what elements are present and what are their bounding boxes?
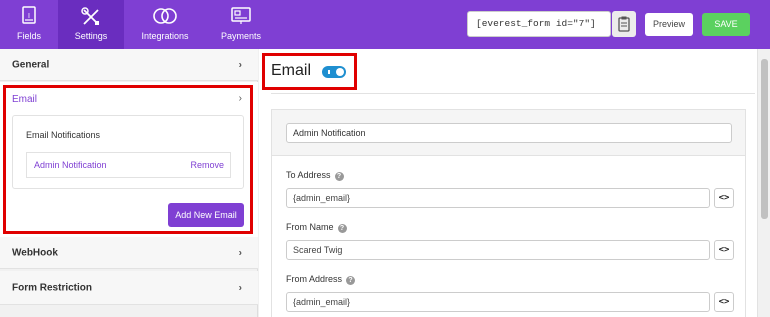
nav-settings-label: Settings — [74, 31, 108, 41]
nav-tab-integrations[interactable]: Integrations — [130, 0, 200, 49]
fields-icon: I — [20, 6, 38, 28]
copy-shortcode-button[interactable] — [612, 11, 636, 37]
notification-card: Admin Notification To Address? {admin_em… — [271, 109, 746, 317]
chevron-right-icon: › — [238, 59, 242, 70]
help-icon[interactable]: ? — [337, 224, 347, 233]
nav-tab-settings[interactable]: Settings — [58, 0, 124, 49]
top-bar: I Fields Settings Integrations Payments … — [0, 0, 770, 49]
nav-tab-fields[interactable]: I Fields — [0, 0, 58, 49]
from-address-label-text: From Address — [286, 274, 343, 284]
from-name-label: From Name? — [286, 222, 347, 233]
to-address-input[interactable]: {admin_email} — [286, 188, 710, 208]
sidebar-item-label: WebHook — [12, 247, 58, 258]
chevron-right-icon: › — [238, 282, 242, 293]
smart-tags-button[interactable]: <> — [714, 188, 734, 208]
to-address-label-text: To Address — [286, 170, 331, 180]
help-icon[interactable]: ? — [334, 172, 344, 181]
sidebar-item-label: Form Restriction — [12, 282, 93, 293]
from-name-label-text: From Name — [286, 222, 334, 232]
sidebar-item-label: General — [12, 59, 50, 70]
integrations-icon — [152, 6, 178, 28]
wrench-screwdriver-icon — [80, 6, 102, 30]
help-icon[interactable]: ? — [346, 276, 356, 285]
payments-icon — [230, 6, 252, 28]
svg-text:I: I — [28, 13, 30, 20]
from-address-input[interactable]: {admin_email} — [286, 292, 710, 312]
shortcode-field[interactable]: [everest_form id="7"] — [467, 11, 611, 37]
scrollbar-thumb[interactable] — [761, 59, 768, 219]
notification-card-header: Admin Notification — [272, 110, 745, 156]
chevron-right-icon: › — [238, 247, 242, 258]
smart-tags-button[interactable]: <> — [714, 292, 734, 312]
form-builder-settings: I Fields Settings Integrations Payments … — [0, 0, 770, 317]
highlight-box — [3, 85, 253, 234]
preview-button[interactable]: Preview — [645, 13, 693, 36]
from-name-input[interactable]: Scared Twig — [286, 240, 710, 260]
main-scrollbar[interactable] — [757, 49, 770, 317]
sidebar-item-form-restriction[interactable]: Form Restriction › — [0, 271, 258, 305]
nav-integrations-label: Integrations — [141, 31, 189, 41]
sidebar-item-general[interactable]: General › — [0, 49, 258, 81]
nav-payments-label: Payments — [220, 31, 262, 41]
nav-fields-label: Fields — [16, 31, 41, 41]
smart-tags-button[interactable]: <> — [714, 240, 734, 260]
email-settings-panel: Email Admin Notification To Address? {ad… — [259, 49, 770, 317]
divider — [271, 93, 755, 94]
from-address-label: From Address? — [286, 274, 356, 285]
to-address-label: To Address? — [286, 170, 344, 181]
nav-tab-payments[interactable]: Payments — [205, 0, 277, 49]
highlight-box — [262, 53, 357, 90]
save-button[interactable]: SAVE — [702, 13, 750, 36]
notification-name-input[interactable]: Admin Notification — [286, 123, 732, 143]
sidebar-item-webhook[interactable]: WebHook › — [0, 237, 258, 269]
